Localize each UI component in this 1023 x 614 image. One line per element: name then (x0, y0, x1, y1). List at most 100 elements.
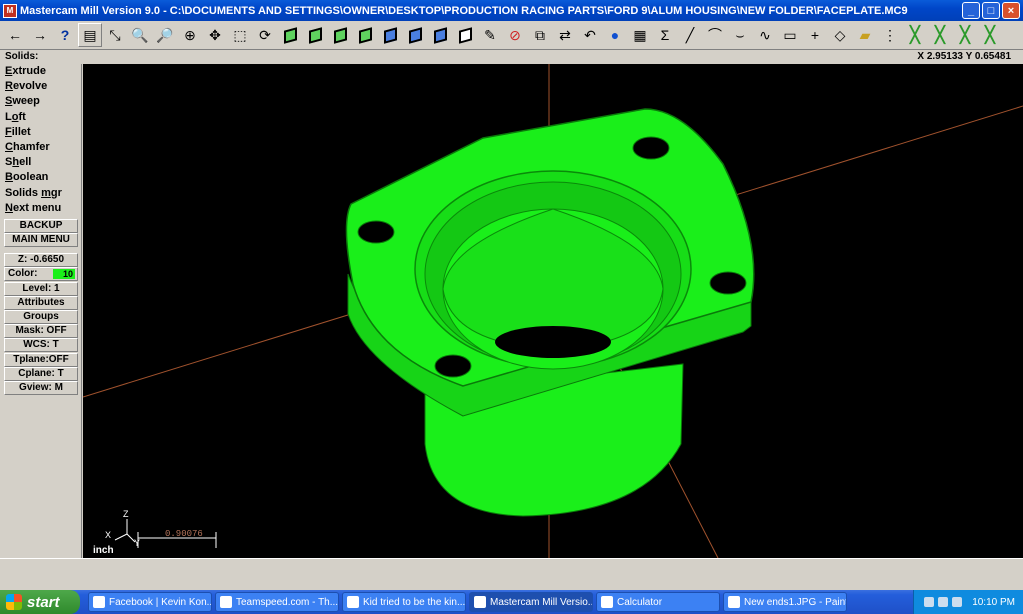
start-label: start (27, 593, 60, 611)
backup-button[interactable]: BACKUP (4, 218, 78, 233)
volume-icon[interactable] (938, 597, 949, 607)
transform-icon[interactable]: ⧉ (528, 23, 552, 47)
solids-menu-item[interactable]: Extrude (0, 64, 81, 79)
taskbar-item[interactable]: Facebook | Kevin Kon... (88, 592, 212, 612)
rectangle-icon[interactable]: ▭ (778, 23, 802, 47)
fillet-icon[interactable]: ⌣ (728, 23, 752, 47)
solids-menu-item[interactable]: Next menu (0, 201, 81, 216)
side-view-icon[interactable] (328, 23, 352, 47)
forward-arrow-icon[interactable]: → (28, 23, 52, 47)
cplane-front-icon[interactable] (403, 23, 427, 47)
pencil-icon[interactable]: ✎ (478, 23, 502, 47)
task-label: New ends1.JPG - Paint (744, 596, 847, 608)
wcs-button[interactable]: WCS: T (4, 338, 78, 353)
solids-menu: Extrude Revolve Sweep Loft Fillet Chamfer Shel… (0, 64, 82, 558)
analyze-icon[interactable]: ⤡ (103, 23, 127, 47)
arc-icon[interactable]: ⌒ (703, 23, 727, 47)
zoom-out-icon[interactable]: 🔎 (153, 23, 177, 47)
title-bar[interactable]: M Mastercam Mill Version 9.0 - C:\DOCUME… (0, 0, 1023, 21)
trim-x2-icon[interactable]: ╳ (978, 23, 1002, 47)
pan-icon[interactable]: ✥ (203, 23, 227, 47)
solids-menu-item[interactable]: Shell (0, 155, 81, 170)
help-icon[interactable]: ? (53, 23, 77, 47)
point-icon[interactable]: + (803, 23, 827, 47)
taskbar-item[interactable]: Mastercam Mill Versio... (469, 592, 593, 612)
menu-title: Solids: (5, 51, 39, 62)
mastercam-app-icon[interactable]: M (3, 3, 17, 18)
color-swatch: 10 (53, 269, 75, 280)
mastercam-window: M Mastercam Mill Version 9.0 - C:\DOCUME… (0, 0, 1023, 614)
trim-v-icon[interactable]: ╳ (928, 23, 952, 47)
spline-icon[interactable]: ∿ (753, 23, 777, 47)
network-icon[interactable] (924, 597, 935, 607)
cplane-side-icon[interactable] (428, 23, 452, 47)
main-menu-button[interactable]: MAIN MENU (4, 233, 78, 248)
solids-menu-item[interactable]: Boolean (0, 170, 81, 185)
task-app-icon (220, 596, 232, 608)
toolpath-icon[interactable]: ⋮ (878, 23, 902, 47)
units-label: inch (93, 545, 114, 556)
zoom-fit-icon[interactable]: ⊕ (178, 23, 202, 47)
toolbar: ← → ? ▤ ⤡ 🔍 🔎 ⊕ ✥ ⬚ ⟳ ✎ ⊘ ⧉ ⇄ ↶ ● ▦ Σ ╱ … (0, 21, 1023, 50)
system-tray: 10:10 PM (913, 590, 1023, 614)
task-label: Facebook | Kevin Kon... (109, 596, 212, 608)
solids-menu-item[interactable]: Fillet (0, 125, 81, 140)
maximize-button[interactable]: □ (982, 2, 1000, 19)
front-view-icon[interactable] (303, 23, 327, 47)
calculator-icon[interactable]: ▤ (78, 23, 102, 47)
delete-icon[interactable]: ⊘ (503, 23, 527, 47)
top-view-icon[interactable] (278, 23, 302, 47)
windows-taskbar: start Facebook | Kevin Kon... Teamspeed.c… (0, 590, 1023, 614)
rotate-view-icon[interactable]: ⟳ (253, 23, 277, 47)
taskbar-item[interactable]: Calculator (596, 592, 720, 612)
start-button[interactable]: start (0, 590, 80, 614)
sum-icon[interactable]: Σ (653, 23, 677, 47)
level-button[interactable]: Level: 1 (4, 281, 78, 296)
solids-menu-item[interactable]: Loft (0, 110, 81, 125)
zoom-window-icon[interactable]: 🔍 (128, 23, 152, 47)
cplane-top-icon[interactable] (378, 23, 402, 47)
graphics-viewport[interactable]: Z X Y 0.90076 inch (83, 64, 1023, 558)
grid-icon[interactable]: ▦ (628, 23, 652, 47)
task-label: Teamspeed.com - Th... (236, 596, 339, 608)
minimize-button[interactable]: _ (962, 2, 980, 19)
close-button[interactable]: × (1002, 2, 1020, 19)
solid-box-icon[interactable]: ▰ (853, 23, 877, 47)
bolt-hole-2 (632, 136, 670, 160)
iso-view-icon[interactable] (353, 23, 377, 47)
solids-menu-item[interactable]: Sweep (0, 94, 81, 109)
shade-sphere-icon[interactable]: ● (603, 23, 627, 47)
gview-button[interactable]: Gview: M (4, 380, 78, 395)
z-depth-button[interactable]: Z: -0.6650 (4, 253, 78, 268)
axis-z-label: Z (123, 509, 129, 519)
scale-value: 0.90076 (165, 529, 203, 539)
trim-z-icon[interactable]: ╳ (953, 23, 977, 47)
cplane-3d-icon[interactable] (453, 23, 477, 47)
undo-icon[interactable]: ↶ (578, 23, 602, 47)
surface-icon[interactable]: ◇ (828, 23, 852, 47)
taskbar-item[interactable]: Teamspeed.com - Th... (215, 592, 339, 612)
trim-x-icon[interactable]: ╳ (903, 23, 927, 47)
color-button[interactable]: Color: 10 (4, 267, 78, 282)
clock: 10:10 PM (972, 596, 1015, 608)
back-arrow-icon[interactable]: ← (3, 23, 27, 47)
task-label: Calculator (617, 596, 663, 608)
select-window-icon[interactable]: ⬚ (228, 23, 252, 47)
groups-button[interactable]: Groups (4, 310, 78, 324)
mask-button[interactable]: Mask: OFF (4, 324, 78, 339)
taskbar-item[interactable]: Kid tried to be the kin... (342, 592, 466, 612)
attributes-button[interactable]: Attributes (4, 295, 78, 310)
solids-menu-item[interactable]: Solids mgr (0, 186, 81, 201)
solids-menu-item[interactable]: Revolve (0, 79, 81, 94)
taskbar-item[interactable]: New ends1.JPG - Paint (723, 592, 847, 612)
translate-icon[interactable]: ⇄ (553, 23, 577, 47)
task-app-icon (728, 596, 740, 608)
bolt-hole-1 (357, 220, 395, 244)
cursor-coordinates: X 2.95133 Y 0.65481 (917, 51, 1011, 62)
solids-menu-item[interactable]: Chamfer (0, 140, 81, 155)
tplane-button[interactable]: Tplane:OFF (4, 352, 78, 367)
axis-y-label: Y (134, 538, 141, 548)
cplane-button[interactable]: Cplane: T (4, 366, 78, 381)
security-icon[interactable] (952, 597, 963, 607)
line-icon[interactable]: ╱ (678, 23, 702, 47)
